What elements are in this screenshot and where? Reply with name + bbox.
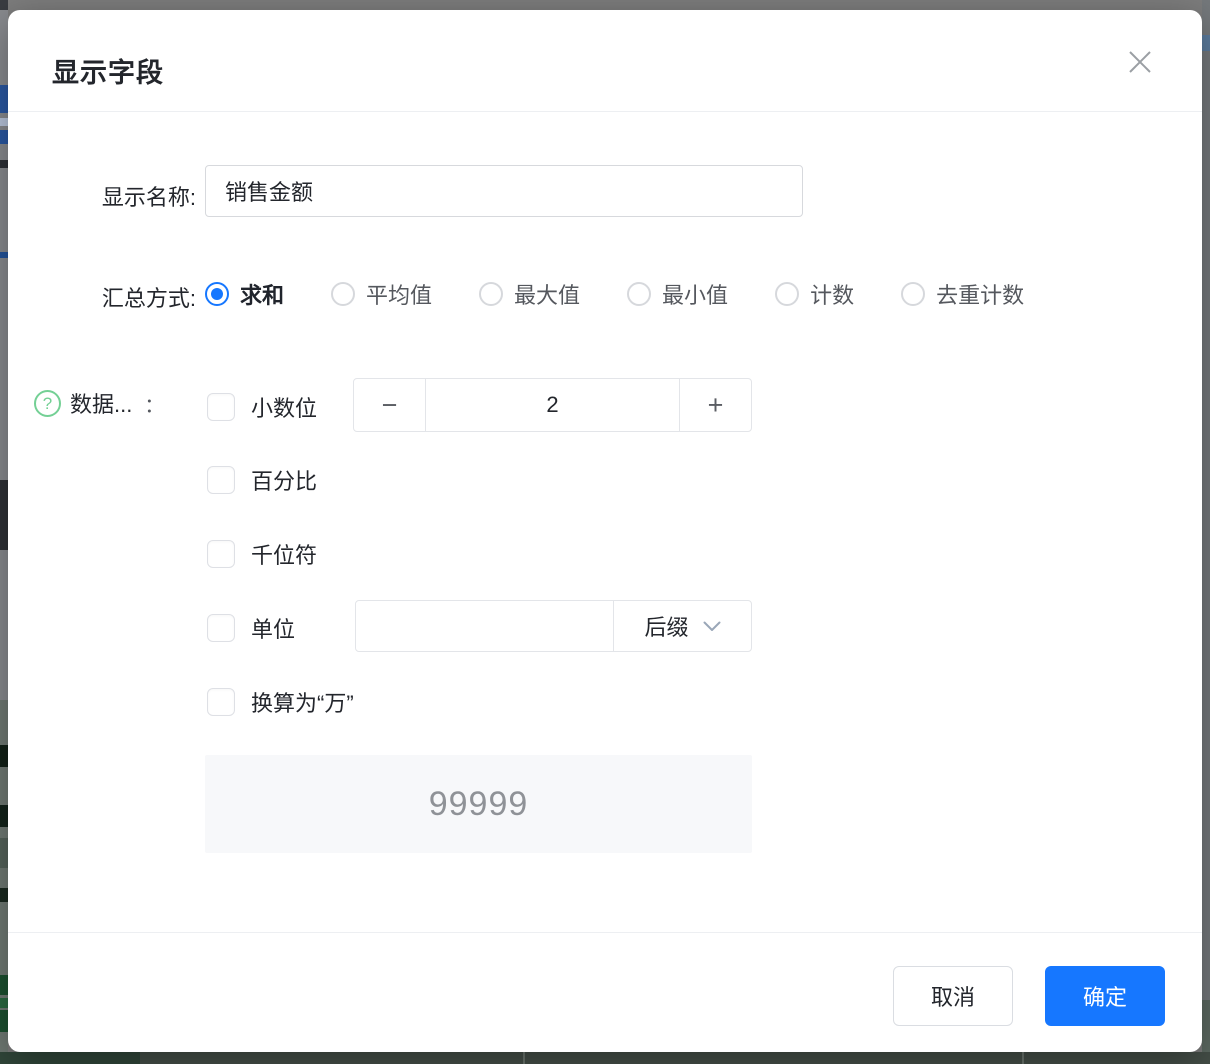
radio-unselected-icon xyxy=(901,282,925,306)
help-icon[interactable]: ? xyxy=(34,390,61,417)
chevron-down-icon xyxy=(703,621,721,632)
data-format-label: 数据... xyxy=(70,387,132,419)
backdrop-fragment xyxy=(0,252,8,258)
wan-row: 换算为“万” xyxy=(207,686,354,718)
backdrop-fragment xyxy=(0,480,8,550)
backdrop-fragment xyxy=(0,975,8,995)
backdrop-fragment xyxy=(0,85,8,113)
radio-label: 最大值 xyxy=(514,278,580,310)
display-name-input[interactable] xyxy=(205,165,803,217)
wan-checkbox[interactable] xyxy=(207,688,235,716)
backdrop-fragment xyxy=(0,998,8,1008)
radio-min[interactable]: 最小值 xyxy=(627,278,728,310)
close-button[interactable] xyxy=(1120,42,1160,82)
stepper-value-input[interactable] xyxy=(426,379,679,431)
percent-checkbox[interactable] xyxy=(207,466,235,494)
backdrop-fragment xyxy=(0,1052,140,1064)
thousands-checkbox[interactable] xyxy=(207,540,235,568)
radio-distinct-count[interactable]: 去重计数 xyxy=(901,278,1024,310)
radio-label: 平均值 xyxy=(366,278,432,310)
decimal-stepper: − + xyxy=(353,378,752,432)
backdrop-fragment xyxy=(0,118,8,126)
radio-sum[interactable]: 求和 xyxy=(205,278,284,310)
radio-max[interactable]: 最大值 xyxy=(479,278,580,310)
confirm-button[interactable]: 确定 xyxy=(1045,966,1165,1026)
backdrop-fragment xyxy=(1202,0,1210,1064)
data-format-label-group: ? 数据... ： xyxy=(34,388,164,418)
percent-label: 百分比 xyxy=(251,464,317,496)
backdrop-fragment xyxy=(0,888,8,902)
unit-row: 单位 xyxy=(207,612,295,644)
radio-label: 求和 xyxy=(240,278,284,310)
aggregation-label: 汇总方式: xyxy=(34,281,196,313)
radio-unselected-icon xyxy=(627,282,651,306)
aggregation-radio-group: 求和 平均值 最大值 最小值 计数 去重计数 xyxy=(205,279,1024,309)
decimal-row: 小数位 xyxy=(207,391,317,423)
backdrop-fragment xyxy=(1022,1052,1024,1064)
radio-unselected-icon xyxy=(331,282,355,306)
backdrop-fragment xyxy=(0,1010,8,1032)
backdrop-fragment xyxy=(0,160,8,168)
decimal-checkbox[interactable] xyxy=(207,393,235,421)
wan-label: 换算为“万” xyxy=(251,686,354,718)
unit-label: 单位 xyxy=(251,612,295,644)
footer-divider xyxy=(8,932,1202,933)
thousands-label: 千位符 xyxy=(251,538,317,570)
data-format-colon: ： xyxy=(144,389,164,418)
backdrop-fragment xyxy=(0,838,8,868)
percent-row: 百分比 xyxy=(207,464,317,496)
radio-unselected-icon xyxy=(479,282,503,306)
radio-label: 计数 xyxy=(810,278,854,310)
dialog-title: 显示字段 xyxy=(52,51,164,90)
radio-count[interactable]: 计数 xyxy=(775,278,854,310)
unit-position-value: 后缀 xyxy=(644,610,688,642)
radio-selected-icon xyxy=(205,282,229,306)
radio-unselected-icon xyxy=(775,282,799,306)
radio-label: 最小值 xyxy=(662,278,728,310)
thousands-row: 千位符 xyxy=(207,538,317,570)
decimal-label: 小数位 xyxy=(251,391,317,423)
stepper-plus-button[interactable]: + xyxy=(679,379,751,431)
unit-checkbox[interactable] xyxy=(207,614,235,642)
backdrop-fragment xyxy=(0,745,8,767)
format-preview: 99999 xyxy=(205,755,752,853)
backdrop-fragment xyxy=(0,1052,1210,1064)
display-field-dialog: 显示字段 显示名称: 汇总方式: 求和 平均值 最大值 最小值 计数 xyxy=(8,10,1202,1052)
backdrop-fragment xyxy=(1202,35,1210,51)
cancel-button[interactable]: 取消 xyxy=(893,966,1013,1026)
backdrop-fragment xyxy=(0,805,8,827)
stepper-minus-button[interactable]: − xyxy=(354,379,426,431)
backdrop-fragment xyxy=(0,10,8,700)
display-name-label: 显示名称: xyxy=(34,180,196,212)
unit-position-select[interactable]: 后缀 xyxy=(614,601,751,651)
backdrop-fragment xyxy=(523,1052,525,1064)
radio-average[interactable]: 平均值 xyxy=(331,278,432,310)
header-divider xyxy=(8,111,1202,112)
backdrop-fragment xyxy=(0,130,8,144)
backdrop-fragment xyxy=(0,0,8,10)
unit-text-input[interactable] xyxy=(356,601,614,651)
radio-label: 去重计数 xyxy=(936,278,1024,310)
close-icon xyxy=(1125,47,1155,77)
unit-input-group: 后缀 xyxy=(355,600,752,652)
